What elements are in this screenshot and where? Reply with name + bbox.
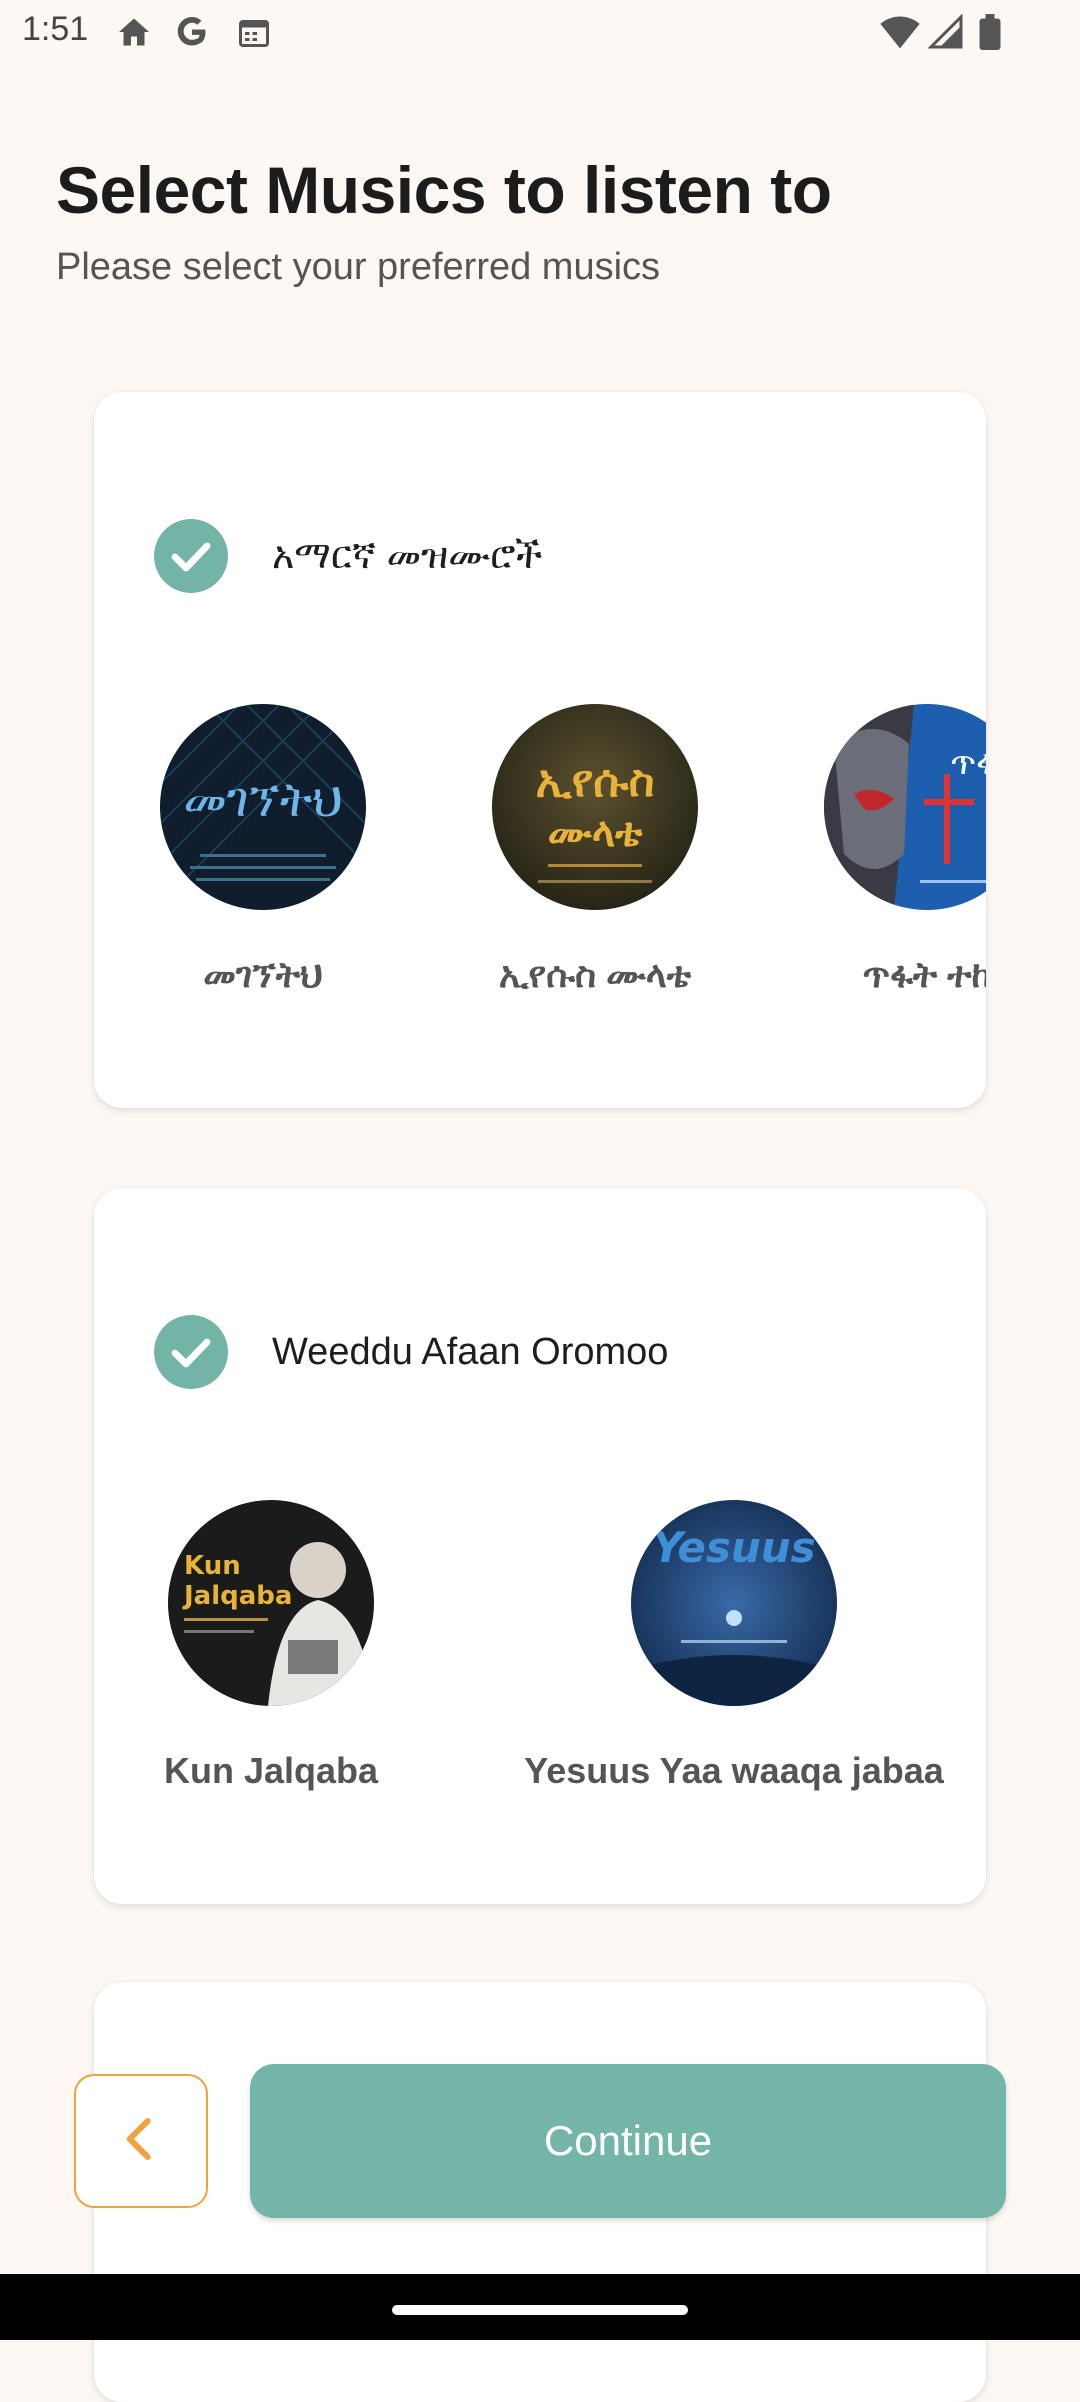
music-item-yesuus-yaa-waaqa-jabaa[interactable]: Yesuus Yesuus Yaa waaqa jabaa: [514, 1500, 954, 1792]
wifi-icon: [880, 14, 920, 55]
svg-text:Yesuus: Yesuus: [652, 1523, 815, 1572]
google-icon: [174, 14, 210, 55]
music-label: መገኘትህ: [203, 954, 323, 995]
music-label: Kun Jalqaba: [163, 1750, 379, 1791]
album-cover[interactable]: Kun Jalqaba: [168, 1500, 374, 1706]
signal-icon: [927, 13, 964, 55]
music-item-megnetih[interactable]: መገኘትህ መገኘትህ: [160, 704, 366, 997]
music-item-tifat-teke[interactable]: ጥፋ ጥፋት ተከ: [824, 704, 986, 997]
svg-text:ጥፋ: ጥፋ: [950, 743, 986, 783]
album-cover[interactable]: Yesuus: [631, 1500, 837, 1706]
category-header[interactable]: አማርኛ መዝሙሮች: [154, 518, 542, 594]
check-icon[interactable]: [154, 519, 228, 593]
status-bar: 1:51: [0, 0, 1080, 66]
category-header[interactable]: Weeddu Afaan Oromoo: [154, 1314, 668, 1390]
page-title: Select Musics to listen to: [56, 153, 832, 227]
category-title: Weeddu Afaan Oromoo: [272, 1330, 669, 1373]
svg-text:Kun: Kun: [184, 1551, 241, 1581]
status-time: 1:51: [22, 10, 89, 48]
category-card-amharic[interactable]: አማርኛ መዝሙሮች መገኘትህ መገኘትህ ኢየሱስ ሙላቴ ኢየሱስ ሙላቴ…: [94, 392, 986, 1108]
calendar-icon: [236, 14, 272, 55]
category-title: አማርኛ መዝሙሮች: [272, 534, 543, 577]
page-subtitle: Please select your preferred musics: [56, 246, 661, 288]
battery-icon: [978, 14, 1002, 55]
music-item-kun-jalqaba[interactable]: Kun Jalqaba Kun Jalqaba: [140, 1500, 402, 1792]
music-item-iyesus-mulate[interactable]: ኢየሱስ ሙላቴ ኢየሱስ ሙላቴ: [492, 704, 698, 997]
continue-button[interactable]: Continue: [250, 2064, 1006, 2218]
svg-text:ኢየሱስ: ኢየሱስ: [536, 756, 655, 807]
category-card-oromo[interactable]: Weeddu Afaan Oromoo Kun Jalqaba Kun Jalq…: [94, 1188, 986, 1904]
home-icon: [116, 14, 152, 55]
check-icon[interactable]: [154, 1315, 228, 1389]
music-label: ኢየሱስ ሙላቴ: [498, 954, 692, 995]
music-label: ጥፋት ተከ: [862, 954, 986, 995]
chevron-left-icon: [114, 2112, 168, 2171]
svg-text:Jalqaba: Jalqaba: [182, 1581, 292, 1611]
album-cover[interactable]: ኢየሱስ ሙላቴ: [492, 704, 698, 910]
album-cover[interactable]: ጥፋ: [824, 704, 986, 910]
home-gesture-handle[interactable]: [392, 2305, 688, 2315]
svg-text:መገኘትህ: መገኘትህ: [183, 772, 342, 828]
back-button[interactable]: [74, 2074, 208, 2208]
music-label: Yesuus Yaa waaqa jabaa: [524, 1750, 944, 1791]
album-cover[interactable]: መገኘትህ: [160, 704, 366, 910]
svg-text:ሙላቴ: ሙላቴ: [548, 810, 643, 856]
